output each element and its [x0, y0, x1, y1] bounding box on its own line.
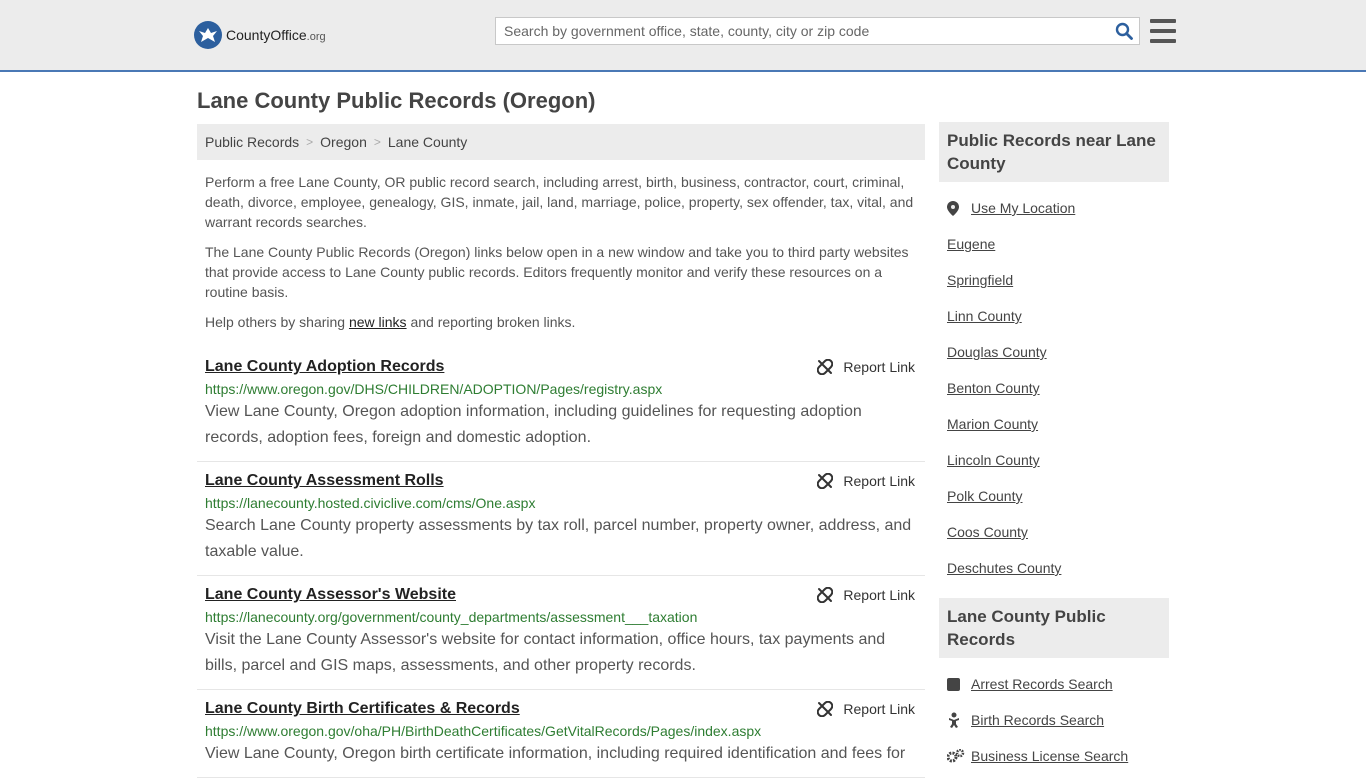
sidebar: Public Records near Lane County Use My L… — [939, 122, 1169, 774]
county-records-heading: Lane County Public Records — [939, 598, 1169, 658]
sidebar-item-lincoln-county: Lincoln County — [947, 442, 1169, 478]
records-list: Lane County Adoption Records Report Link… — [197, 348, 925, 778]
record-url: https://lanecounty.org/government/county… — [205, 609, 698, 625]
county-records-list: Arrest Records Search Birth Records Sear… — [939, 658, 1169, 774]
near-records-list: Use My Location Eugene Springfield Linn … — [939, 182, 1169, 586]
logo-text: CountyOffice.org — [226, 27, 326, 43]
nearby-link-douglas-county[interactable]: Douglas County — [947, 344, 1047, 360]
breadcrumb-separator: > — [373, 135, 381, 149]
nearby-link-deschutes-county[interactable]: Deschutes County — [947, 560, 1061, 576]
breadcrumb-separator: > — [306, 135, 314, 149]
new-links-link[interactable]: new links — [349, 314, 407, 330]
sidebar-item-coos-county: Coos County — [947, 514, 1169, 550]
gears-icon — [947, 749, 971, 763]
search-button[interactable] — [1109, 18, 1139, 44]
record-title-link[interactable]: Lane County Adoption Records — [205, 358, 444, 376]
report-link-button[interactable]: Report Link — [817, 473, 915, 489]
report-link-button[interactable]: Report Link — [817, 587, 915, 603]
map-pin-icon — [947, 200, 971, 216]
breadcrumb-oregon[interactable]: Oregon — [320, 134, 367, 150]
logo-main-text: CountyOffice — [226, 27, 307, 43]
hamburger-menu-icon[interactable] — [1150, 19, 1176, 43]
birth-records-link[interactable]: Birth Records Search — [971, 712, 1104, 728]
nearby-link-lincoln-county[interactable]: Lincoln County — [947, 452, 1040, 468]
page-title: Lane County Public Records (Oregon) — [197, 88, 596, 113]
record-title-link[interactable]: Lane County Assessment Rolls — [205, 472, 444, 490]
sidebar-item-springfield: Springfield — [947, 262, 1169, 298]
main-content: Public Records > Oregon > Lane County Pe… — [197, 124, 925, 778]
breadcrumb-lane-county[interactable]: Lane County — [388, 134, 467, 150]
eagle-seal-icon — [194, 21, 222, 49]
nearby-link-eugene[interactable]: Eugene — [947, 236, 995, 252]
breadcrumb-public-records[interactable]: Public Records — [205, 134, 299, 150]
sidebar-item-benton-county: Benton County — [947, 370, 1169, 406]
report-link-button[interactable]: Report Link — [817, 359, 915, 375]
sidebar-item-eugene: Eugene — [947, 226, 1169, 262]
broken-link-icon — [817, 359, 834, 375]
record-url: https://www.oregon.gov/oha/PH/BirthDeath… — [205, 723, 762, 739]
sidebar-item-polk-county: Polk County — [947, 478, 1169, 514]
broken-link-icon — [817, 701, 834, 717]
record-description: Search Lane County property assessments … — [205, 517, 912, 560]
nearby-link-coos-county[interactable]: Coos County — [947, 524, 1028, 540]
sidebar-item-douglas-county: Douglas County — [947, 334, 1169, 370]
intro-paragraph-2: The Lane County Public Records (Oregon) … — [205, 244, 909, 300]
sidebar-item-linn-county: Linn County — [947, 298, 1169, 334]
square-icon — [947, 677, 971, 691]
report-link-label: Report Link — [843, 587, 915, 603]
report-link-button[interactable]: Report Link — [817, 701, 915, 717]
sidebar-item-birth-records: Birth Records Search — [947, 702, 1169, 738]
report-link-label: Report Link — [843, 359, 915, 375]
record-url: https://lanecounty.hosted.civiclive.com/… — [205, 495, 536, 511]
record-description: View Lane County, Oregon birth certifica… — [205, 745, 906, 762]
record-description: View Lane County, Oregon adoption inform… — [205, 403, 862, 446]
record-item: Lane County Birth Certificates & Records… — [197, 690, 925, 778]
search-input[interactable] — [496, 18, 1109, 44]
intro-paragraph-1: Perform a free Lane County, OR public re… — [205, 174, 914, 230]
nearby-link-springfield[interactable]: Springfield — [947, 272, 1013, 288]
sidebar-item-arrest-records: Arrest Records Search — [947, 666, 1169, 702]
intro-p3-after: and reporting broken links. — [406, 314, 576, 330]
intro-p3-before: Help others by sharing — [205, 314, 349, 330]
report-link-label: Report Link — [843, 701, 915, 717]
sidebar-item-business-license: Business License Search — [947, 738, 1169, 774]
nearby-link-linn-county[interactable]: Linn County — [947, 308, 1022, 324]
sidebar-item-marion-county: Marion County — [947, 406, 1169, 442]
intro-paragraph-3: Help others by sharing new links and rep… — [205, 312, 917, 332]
business-license-link[interactable]: Business License Search — [971, 748, 1128, 764]
nearby-link-marion-county[interactable]: Marion County — [947, 416, 1038, 432]
breadcrumb: Public Records > Oregon > Lane County — [197, 124, 925, 160]
near-records-heading: Public Records near Lane County — [939, 122, 1169, 182]
nearby-link-polk-county[interactable]: Polk County — [947, 488, 1022, 504]
intro-text: Perform a free Lane County, OR public re… — [197, 172, 925, 332]
use-my-location-link[interactable]: Use My Location — [971, 200, 1075, 216]
arrest-records-link[interactable]: Arrest Records Search — [971, 676, 1113, 692]
search-icon — [1115, 22, 1133, 40]
logo-suffix-text: .org — [306, 31, 326, 43]
sidebar-item-deschutes-county: Deschutes County — [947, 550, 1169, 586]
record-description: Visit the Lane County Assessor's website… — [205, 631, 886, 674]
report-link-label: Report Link — [843, 473, 915, 489]
site-logo[interactable]: CountyOffice.org — [194, 20, 326, 50]
record-url: https://www.oregon.gov/DHS/CHILDREN/ADOP… — [205, 381, 663, 397]
record-title-link[interactable]: Lane County Birth Certificates & Records — [205, 700, 520, 718]
site-header: CountyOffice.org — [0, 0, 1366, 72]
baby-icon — [947, 712, 971, 728]
record-item: Lane County Assessor's Website Report Li… — [197, 576, 925, 690]
use-my-location-item: Use My Location — [947, 190, 1169, 226]
record-item: Lane County Assessment Rolls Report Link… — [197, 462, 925, 576]
record-item: Lane County Adoption Records Report Link… — [197, 348, 925, 462]
nearby-link-benton-county[interactable]: Benton County — [947, 380, 1040, 396]
broken-link-icon — [817, 587, 834, 603]
broken-link-icon — [817, 473, 834, 489]
record-title-link[interactable]: Lane County Assessor's Website — [205, 586, 456, 604]
search-bar — [495, 17, 1140, 45]
